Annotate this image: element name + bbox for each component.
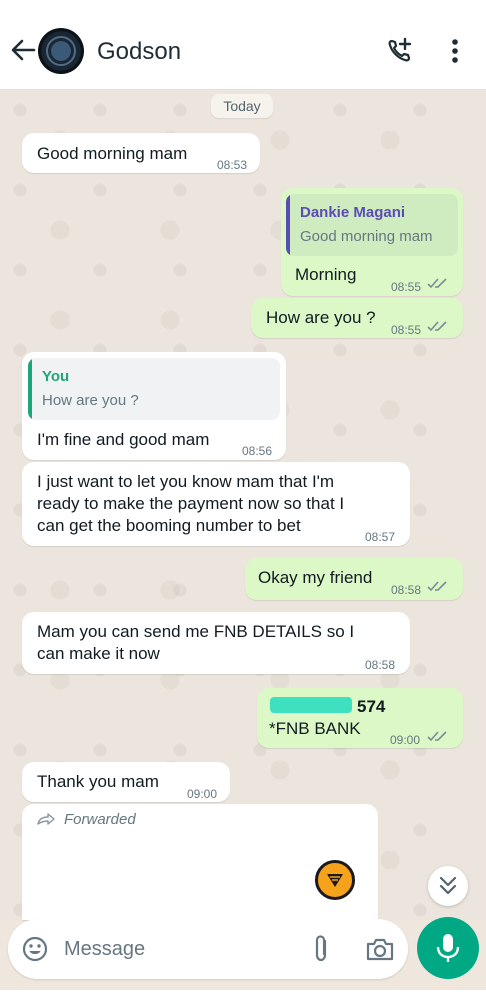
message-time: 08:58: [365, 658, 396, 672]
forwarded-label: Forwarded: [64, 811, 136, 828]
forward-arrow-icon: [37, 813, 55, 825]
message-composer: [8, 919, 408, 979]
microphone-icon: [436, 934, 460, 962]
paperclip-icon[interactable]: [310, 933, 332, 965]
chevron-double-down-icon: [439, 876, 457, 895]
bank-name: *FNB BANK: [269, 719, 361, 738]
message-text: Good morning mam: [37, 144, 188, 163]
redaction-mark: [270, 697, 352, 713]
message-time: 09:00: [390, 733, 421, 747]
message-text: I just want to let you know mam that I'm…: [37, 472, 345, 535]
read-ticks-icon: [427, 731, 447, 742]
message-bubble-outgoing[interactable]: How are you ? 08:55: [251, 298, 463, 338]
add-call-icon[interactable]: [385, 36, 415, 66]
message-text: Mam you can send me FNB DETAILS so I can…: [37, 622, 355, 663]
message-text: Thank you mam: [37, 772, 159, 791]
message-time: 08:56: [242, 444, 273, 458]
quoted-text: Good morning mam: [300, 228, 433, 245]
message-text: How are you ?: [266, 308, 376, 327]
message-bubble-incoming[interactable]: Good morning mam 08:53: [22, 133, 260, 173]
message-bubble-outgoing[interactable]: Okay my friend 08:58: [245, 558, 463, 600]
chat-header: Godson: [0, 12, 486, 90]
message-bubble-incoming[interactable]: Thank you mam 09:00: [22, 762, 230, 802]
message-time: 08:53: [217, 158, 248, 172]
message-bubble-incoming[interactable]: Mam you can send me FNB DETAILS so I can…: [22, 612, 410, 674]
system-nav-bar: [0, 990, 486, 1007]
contact-name[interactable]: Godson: [97, 38, 181, 66]
message-time: 08:55: [391, 323, 422, 337]
microphone-button[interactable]: [417, 917, 479, 979]
back-arrow-icon[interactable]: [8, 34, 38, 66]
scroll-down-button[interactable]: [428, 866, 468, 906]
quoted-sender: You: [42, 368, 70, 385]
avatar[interactable]: [38, 28, 84, 74]
message-time: 09:00: [187, 787, 218, 801]
read-ticks-icon: [427, 321, 447, 332]
message-time: 08:55: [391, 280, 422, 294]
message-bubble-incoming[interactable]: I just want to let you know mam that I'm…: [22, 462, 410, 546]
read-ticks-icon: [427, 581, 447, 592]
message-text: Okay my friend: [258, 568, 373, 587]
message-bubble-incoming[interactable]: You How are you ? I'm fine and good mam …: [22, 352, 286, 460]
fnb-logo-icon[interactable]: [315, 860, 355, 900]
quoted-text: How are you ?: [42, 392, 139, 409]
read-ticks-icon: [427, 278, 447, 289]
account-number-suffix: 574: [357, 697, 386, 716]
message-time: 08:57: [365, 530, 396, 544]
message-text: I'm fine and good mam: [37, 430, 210, 449]
menu-dots-icon[interactable]: [448, 36, 462, 66]
camera-icon[interactable]: [365, 936, 395, 962]
quoted-message[interactable]: Dankie Magani Good morning mam: [286, 194, 458, 256]
date-chip: Today: [211, 94, 273, 118]
quoted-sender: Dankie Magani: [300, 204, 406, 221]
emoji-icon[interactable]: [22, 936, 48, 962]
status-bar: [0, 0, 486, 12]
message-text: Morning: [295, 265, 357, 284]
message-input[interactable]: [64, 935, 284, 963]
quoted-message[interactable]: You How are you ?: [28, 358, 280, 420]
message-bubble-outgoing[interactable]: Dankie Magani Good morning mam Morning 0…: [281, 188, 463, 296]
message-time: 08:58: [391, 583, 422, 597]
